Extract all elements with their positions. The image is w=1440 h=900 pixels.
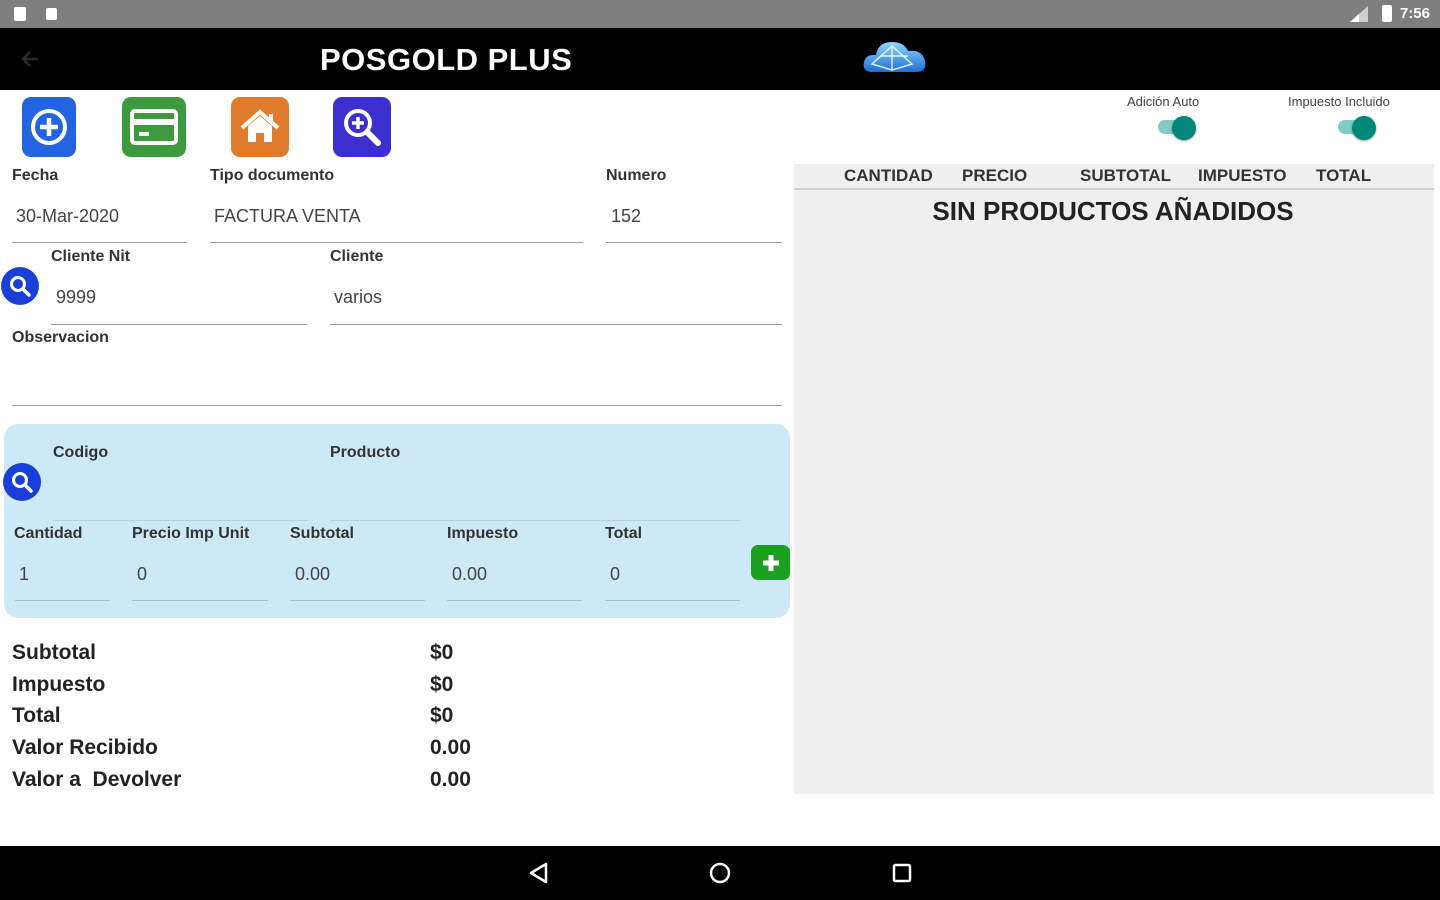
producto-label: Producto	[330, 444, 401, 461]
impuesto-underline	[447, 600, 582, 601]
tipo-documento-field[interactable]: FACTURA VENTA	[214, 206, 361, 227]
home-button[interactable]	[231, 97, 289, 157]
total-field[interactable]: 0	[610, 564, 620, 585]
cliente-nit-label: Cliente Nit	[51, 248, 131, 265]
column-header-precio: PRECIO	[962, 166, 1028, 185]
cliente-field[interactable]: varios	[334, 287, 382, 308]
total-label: Total	[605, 525, 643, 542]
plus-circle-icon	[31, 109, 67, 145]
tax-included-switch[interactable]	[1338, 116, 1376, 140]
totals-devolver-label: Valor a Devolver	[12, 768, 182, 791]
tax-included-label: Impuesto Incluido	[1288, 94, 1390, 109]
totals-subtotal-value: $0	[430, 641, 454, 664]
subtotal-field[interactable]: 0.00	[295, 564, 330, 585]
cliente-label: Cliente	[330, 248, 384, 265]
nav-recents-icon[interactable]	[890, 861, 914, 885]
auto-add-label: Adición Auto	[1127, 94, 1200, 109]
signal-icon	[1350, 6, 1368, 22]
app-bar: POSGOLD PLUS	[0, 28, 1440, 90]
impuesto-field[interactable]: 0.00	[452, 564, 487, 585]
precio-imp-unit-label: Precio Imp Unit	[132, 525, 250, 542]
status-time: 7:56	[1399, 5, 1430, 22]
back-arrow-icon[interactable]	[18, 46, 44, 72]
cantidad-field[interactable]: 1	[19, 564, 29, 585]
status-bar: 7:56	[0, 0, 1440, 28]
search-icon	[10, 276, 31, 297]
total-underline	[605, 600, 740, 601]
totals-impuesto-label: Impuesto	[12, 673, 106, 696]
plus-icon	[762, 554, 779, 571]
column-header-cantidad: CANTIDAD	[844, 166, 933, 185]
zoom-in-icon	[344, 109, 381, 146]
column-header-impuesto: IMPUESTO	[1198, 166, 1287, 185]
credit-card-icon	[130, 109, 178, 145]
fecha-label: Fecha	[12, 167, 59, 184]
nav-back-icon[interactable]	[527, 861, 551, 885]
subtotal-label: Subtotal	[290, 525, 354, 542]
fecha-underline	[12, 242, 187, 243]
totals-devolver-value: 0.00	[430, 768, 471, 791]
table-header-divider	[794, 188, 1434, 190]
home-icon	[240, 109, 280, 142]
column-header-subtotal: SUBTOTAL	[1080, 166, 1171, 185]
tipo-documento-label: Tipo documento	[210, 167, 335, 184]
empty-items-message: SIN PRODUCTOS AÑADIDOS	[932, 196, 1294, 226]
column-header-total: TOTAL	[1316, 166, 1372, 185]
notification-icon	[14, 7, 26, 21]
search-icon	[12, 472, 33, 493]
codigo-underline	[53, 520, 308, 521]
payment-button[interactable]	[122, 97, 186, 157]
totals-subtotal-label: Subtotal	[12, 641, 96, 664]
cantidad-label: Cantidad	[14, 525, 83, 542]
cantidad-underline	[15, 600, 110, 601]
notification-icon	[46, 8, 57, 20]
totals-recibido-value[interactable]: 0.00	[430, 736, 471, 760]
codigo-label: Codigo	[53, 444, 109, 461]
nav-home-icon[interactable]	[708, 861, 732, 885]
numero-label: Numero	[606, 167, 667, 184]
new-document-button[interactable]	[22, 97, 76, 157]
fecha-field[interactable]: 30-Mar-2020	[16, 206, 119, 227]
add-product-button[interactable]	[751, 545, 790, 580]
observacion-underline	[12, 405, 782, 406]
client-search-button[interactable]	[1, 267, 39, 305]
cliente-underline	[330, 324, 782, 325]
precio-imp-unit-field[interactable]: 0	[137, 564, 147, 585]
product-search-button[interactable]	[3, 463, 41, 501]
precio-imp-unit-underline	[132, 600, 268, 601]
totals-total-label: Total	[12, 704, 61, 727]
subtotal-underline	[290, 600, 425, 601]
totals-total-value: $0	[430, 704, 454, 727]
app-title: POSGOLD PLUS	[320, 42, 573, 77]
producto-underline	[330, 520, 740, 521]
auto-add-switch[interactable]	[1158, 116, 1196, 140]
totals-recibido-label: Valor Recibido	[12, 736, 158, 759]
impuesto-label: Impuesto	[447, 525, 519, 542]
navigation-bar	[0, 846, 1440, 900]
battery-icon	[1382, 5, 1392, 22]
items-table-panel	[794, 164, 1434, 794]
search-document-button[interactable]	[333, 97, 391, 157]
totals-impuesto-value: $0	[430, 673, 454, 696]
cloud-logo-icon	[863, 42, 926, 72]
numero-underline	[606, 242, 782, 243]
observacion-label: Observacion	[12, 329, 109, 346]
numero-field[interactable]: 152	[611, 206, 641, 227]
tipo-documento-underline	[210, 242, 583, 243]
cliente-nit-field[interactable]: 9999	[56, 287, 96, 308]
cliente-nit-underline	[51, 324, 307, 325]
